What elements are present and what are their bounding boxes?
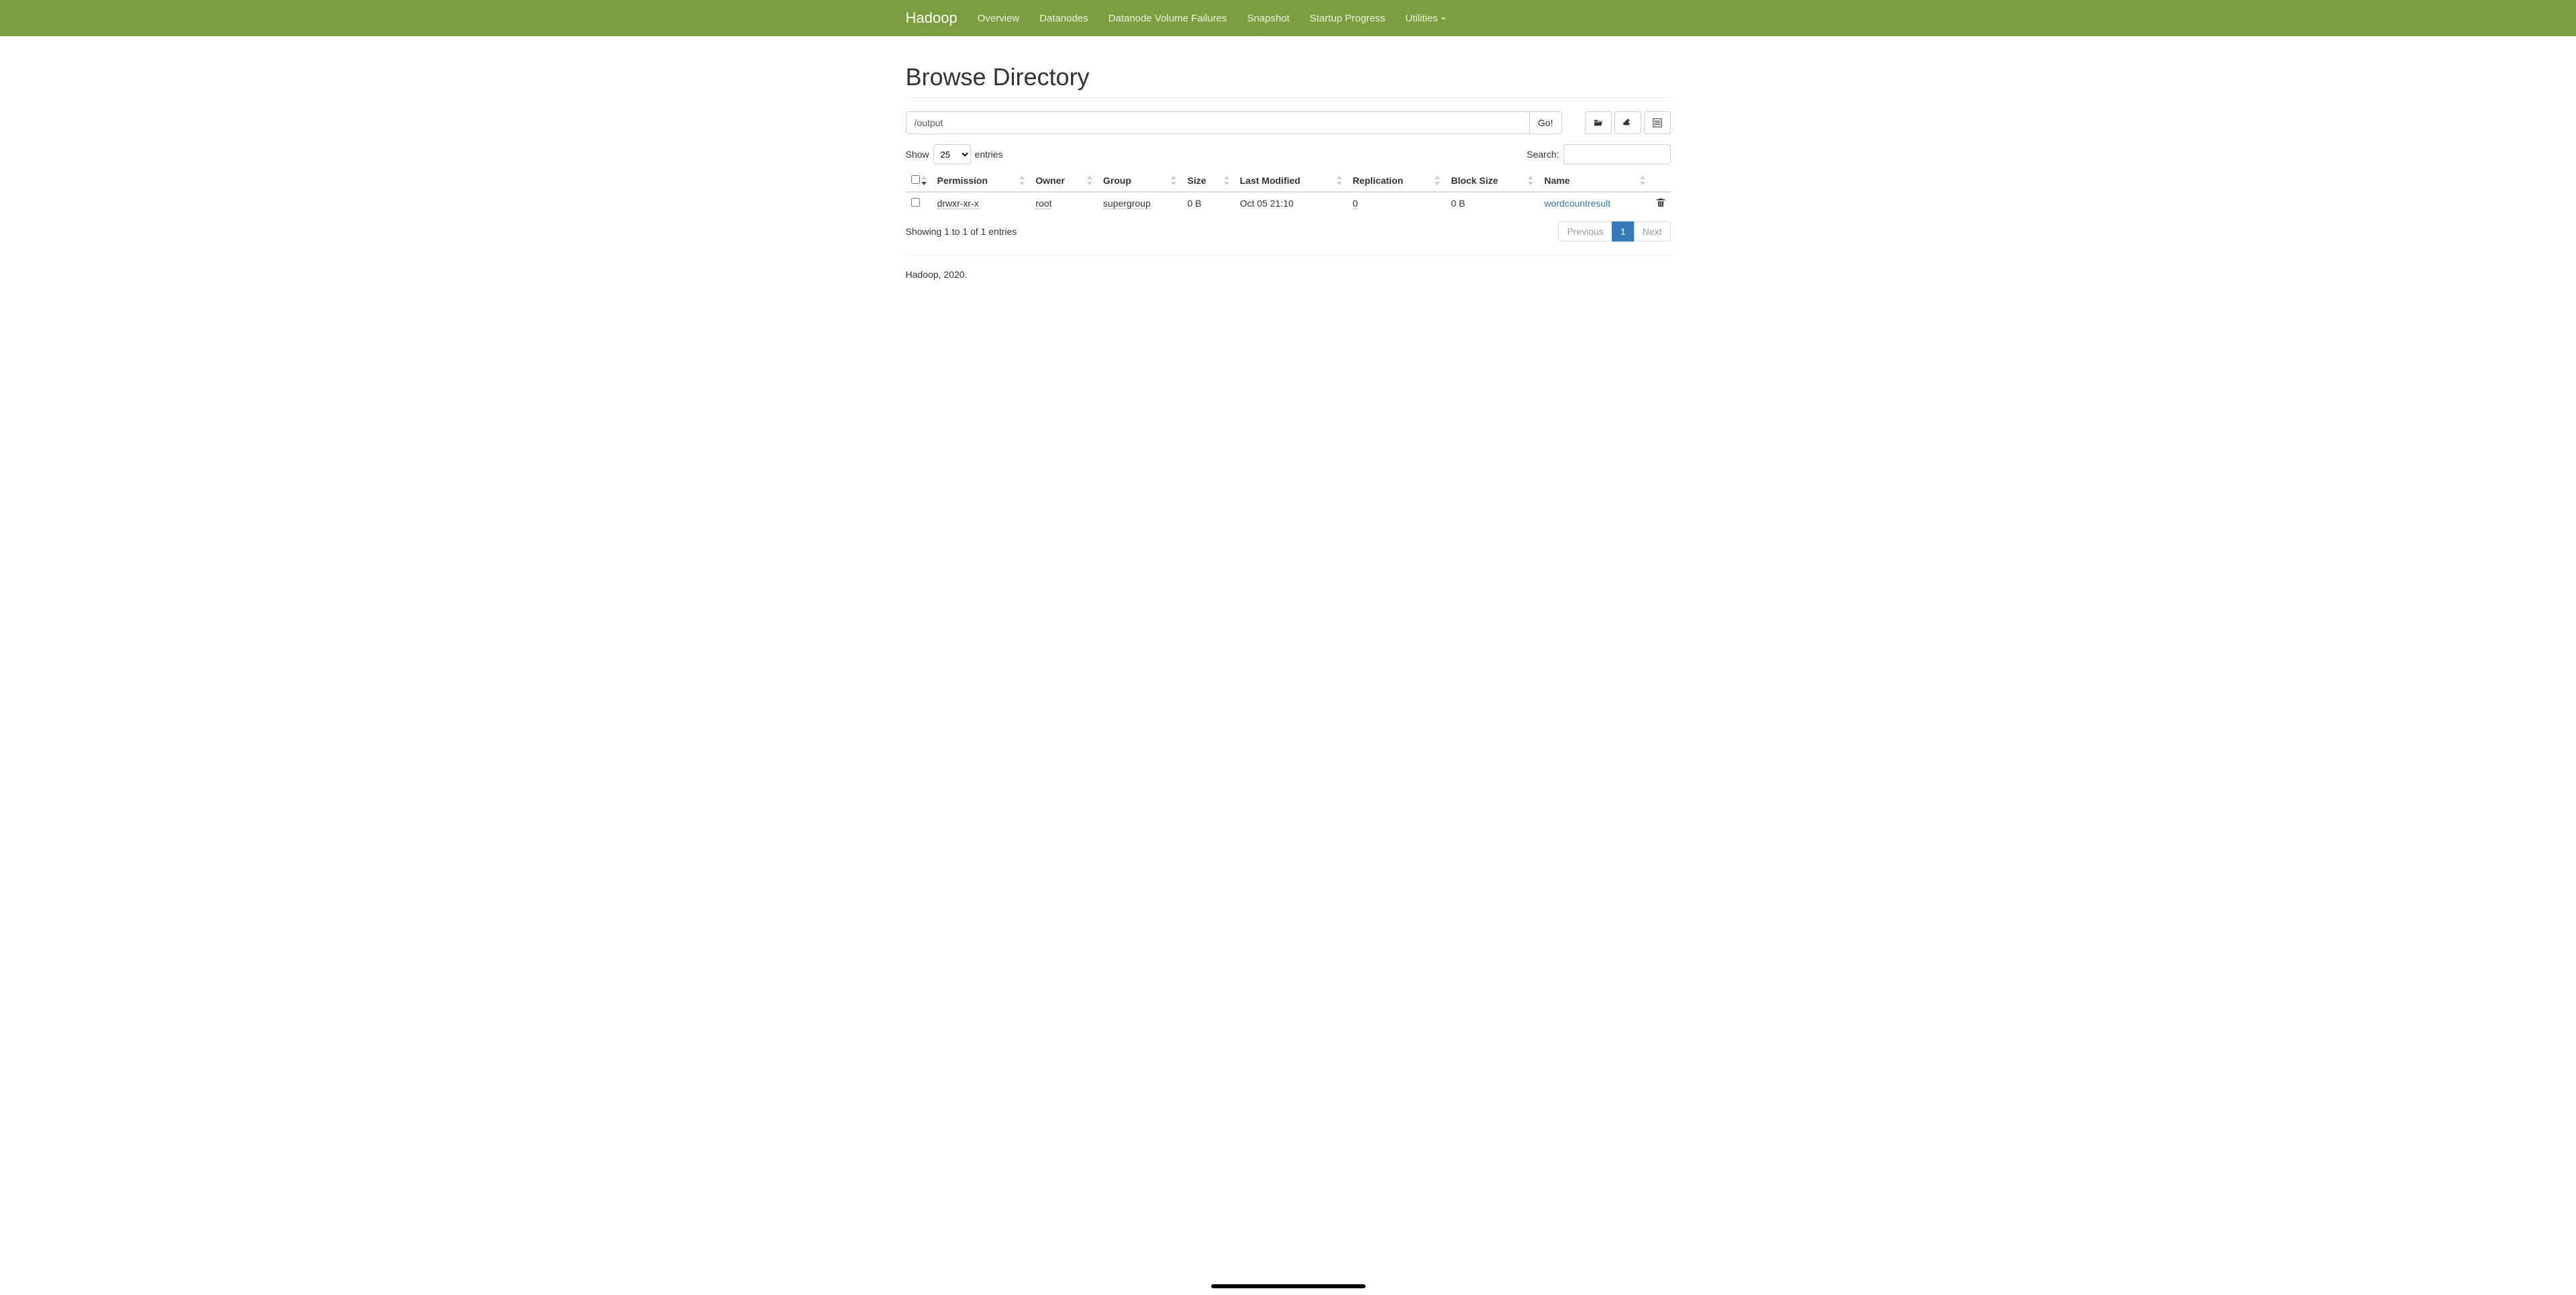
col-name[interactable]: Name xyxy=(1539,170,1650,192)
sort-icon xyxy=(1337,176,1343,185)
upload-button[interactable] xyxy=(1614,111,1641,134)
cell-permission[interactable]: drwxr-xr-x xyxy=(937,198,979,209)
list-icon xyxy=(1653,118,1662,127)
cell-name-link[interactable]: wordcountresult xyxy=(1544,198,1610,209)
divider xyxy=(906,255,1671,256)
cell-size: 0 B xyxy=(1187,198,1201,209)
sort-icon xyxy=(1019,176,1026,185)
path-input[interactable] xyxy=(906,111,1530,134)
navbar-brand[interactable]: Hadoop xyxy=(906,0,968,36)
select-all-checkbox[interactable] xyxy=(911,175,920,184)
length-select[interactable]: 10 25 50 100 xyxy=(933,144,971,164)
col-size-label: Size xyxy=(1187,175,1206,186)
col-group-label: Group xyxy=(1103,175,1131,186)
table-info: Showing 1 to 1 of 1 entries xyxy=(906,226,1017,237)
sort-icon xyxy=(921,176,928,185)
length-label-post: entries xyxy=(975,149,1003,160)
col-last-modified[interactable]: Last Modified xyxy=(1235,170,1347,192)
col-block-size[interactable]: Block Size xyxy=(1445,170,1539,192)
page-header: Browse Directory xyxy=(906,63,1671,98)
sort-icon xyxy=(1171,176,1178,185)
col-replication[interactable]: Replication xyxy=(1347,170,1446,192)
col-permission-label: Permission xyxy=(937,175,988,186)
nav-snapshot[interactable]: Snapshot xyxy=(1237,3,1299,34)
search-input[interactable] xyxy=(1563,144,1671,164)
col-block-size-label: Block Size xyxy=(1451,175,1498,186)
folder-open-icon xyxy=(1594,118,1603,127)
pagination-next[interactable]: Next xyxy=(1634,221,1671,242)
page-title: Browse Directory xyxy=(906,63,1671,91)
col-actions xyxy=(1651,170,1671,192)
footer-text: Hadoop, 2020. xyxy=(906,269,1671,280)
cell-block-size: 0 B xyxy=(1451,198,1465,209)
nav-overview[interactable]: Overview xyxy=(968,3,1030,34)
pagination-previous[interactable]: Previous xyxy=(1558,221,1612,242)
list-button[interactable] xyxy=(1644,111,1671,134)
pagination: Previous 1 Next xyxy=(1558,221,1670,242)
sort-icon xyxy=(1528,176,1535,185)
chevron-down-icon xyxy=(1441,17,1446,20)
cell-replication[interactable]: 0 xyxy=(1353,198,1358,209)
col-last-modified-label: Last Modified xyxy=(1240,175,1300,186)
col-checkbox[interactable] xyxy=(906,170,932,192)
nav-datanode-volume-failures[interactable]: Datanode Volume Failures xyxy=(1098,3,1237,34)
col-owner[interactable]: Owner xyxy=(1030,170,1098,192)
col-size[interactable]: Size xyxy=(1182,170,1234,192)
length-control: Show 10 25 50 100 entries xyxy=(906,144,1003,164)
file-table: Permission Owner Group Size Last Modifie… xyxy=(906,170,1671,215)
trash-icon xyxy=(1656,198,1665,207)
cell-group[interactable]: supergroup xyxy=(1103,198,1151,209)
home-indicator xyxy=(1211,1284,1366,1288)
nav-datanodes[interactable]: Datanodes xyxy=(1029,3,1098,34)
sort-icon xyxy=(1640,176,1647,185)
upload-icon xyxy=(1623,118,1633,127)
nav-utilities-label: Utilities xyxy=(1405,13,1437,24)
new-folder-button[interactable] xyxy=(1585,111,1612,134)
search-control: Search: xyxy=(1527,144,1670,164)
table-row: drwxr-xr-x root supergroup 0 B Oct 05 21… xyxy=(906,192,1671,215)
length-label-pre: Show xyxy=(906,149,929,160)
nav-startup-progress[interactable]: Startup Progress xyxy=(1300,3,1396,34)
col-group[interactable]: Group xyxy=(1098,170,1182,192)
navbar-nav: Overview Datanodes Datanode Volume Failu… xyxy=(968,3,1456,34)
action-button-group xyxy=(1582,111,1671,134)
cell-owner[interactable]: root xyxy=(1035,198,1051,209)
sort-icon xyxy=(1087,176,1094,185)
col-owner-label: Owner xyxy=(1035,175,1065,186)
cell-last-modified: Oct 05 21:10 xyxy=(1240,198,1294,209)
sort-icon xyxy=(1224,176,1231,185)
nav-utilities[interactable]: Utilities xyxy=(1395,3,1455,34)
col-replication-label: Replication xyxy=(1353,175,1403,186)
row-checkbox[interactable] xyxy=(911,198,920,207)
sort-icon xyxy=(1435,176,1441,185)
search-label: Search: xyxy=(1527,149,1559,160)
path-input-group: Go! xyxy=(906,111,1562,134)
pagination-page-1[interactable]: 1 xyxy=(1612,221,1635,242)
col-permission[interactable]: Permission xyxy=(932,170,1031,192)
navbar: Hadoop Overview Datanodes Datanode Volum… xyxy=(0,0,2576,36)
go-button[interactable]: Go! xyxy=(1530,111,1562,134)
delete-button[interactable] xyxy=(1656,199,1665,209)
col-name-label: Name xyxy=(1544,175,1569,186)
